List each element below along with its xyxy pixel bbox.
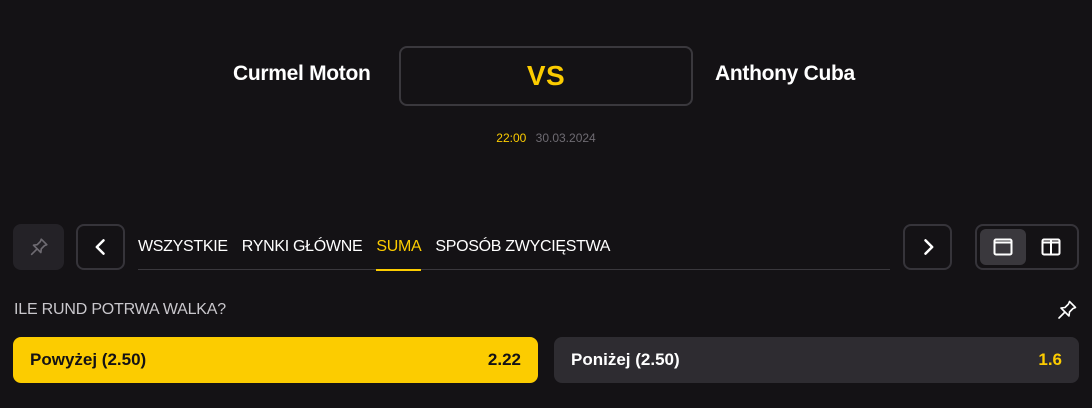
pin-icon — [1058, 300, 1077, 319]
market-title: ILE RUND POTRWA WALKA? — [14, 301, 226, 318]
market-pin-button[interactable] — [1055, 298, 1079, 322]
outcome-over-button[interactable]: Powyżej (2.50) 2.22 — [13, 337, 538, 383]
tab-main-markets[interactable]: RYNKI GŁÓWNE — [242, 224, 363, 270]
match-datetime: 22:00 30.03.2024 — [0, 131, 1092, 145]
away-team-name: Anthony Cuba — [715, 62, 855, 85]
tabs-prev-button[interactable] — [76, 224, 125, 270]
chevron-right-icon — [923, 239, 933, 255]
single-column-view-button[interactable] — [980, 229, 1026, 265]
single-column-icon — [993, 238, 1013, 256]
outcome-label: Poniżej (2.50) — [571, 350, 680, 369]
two-column-view-button[interactable] — [1028, 229, 1074, 265]
chevron-left-icon — [95, 239, 105, 255]
home-team-name: Curmel Moton — [233, 62, 371, 85]
match-page: Curmel Moton VS Anthony Cuba 22:00 30.03… — [0, 0, 1092, 408]
match-time: 22:00 — [496, 131, 527, 145]
two-column-icon — [1041, 238, 1061, 256]
outcome-odds: 1.6 — [1038, 350, 1062, 369]
outcome-label: Powyżej (2.50) — [30, 350, 147, 369]
layout-toggle — [975, 224, 1079, 270]
pin-icon — [30, 238, 48, 256]
vs-label: VS — [526, 60, 566, 91]
match-date: 30.03.2024 — [535, 131, 596, 145]
tab-method-of-victory[interactable]: SPOSÓB ZWYCIĘSTWA — [435, 224, 610, 270]
market-tabs: WSZYSTKIE RYNKI GŁÓWNE SUMA SPOSÓB ZWYCI… — [138, 224, 890, 271]
outcome-odds: 2.22 — [487, 350, 521, 369]
tab-total[interactable]: SUMA — [376, 224, 422, 271]
pin-markets-button[interactable] — [13, 224, 64, 270]
tab-all[interactable]: WSZYSTKIE — [138, 224, 228, 270]
vs-box: VS — [399, 46, 693, 106]
outcome-under-button[interactable]: Poniżej (2.50) 1.6 — [554, 337, 1079, 383]
tabs-next-button[interactable] — [903, 224, 952, 270]
